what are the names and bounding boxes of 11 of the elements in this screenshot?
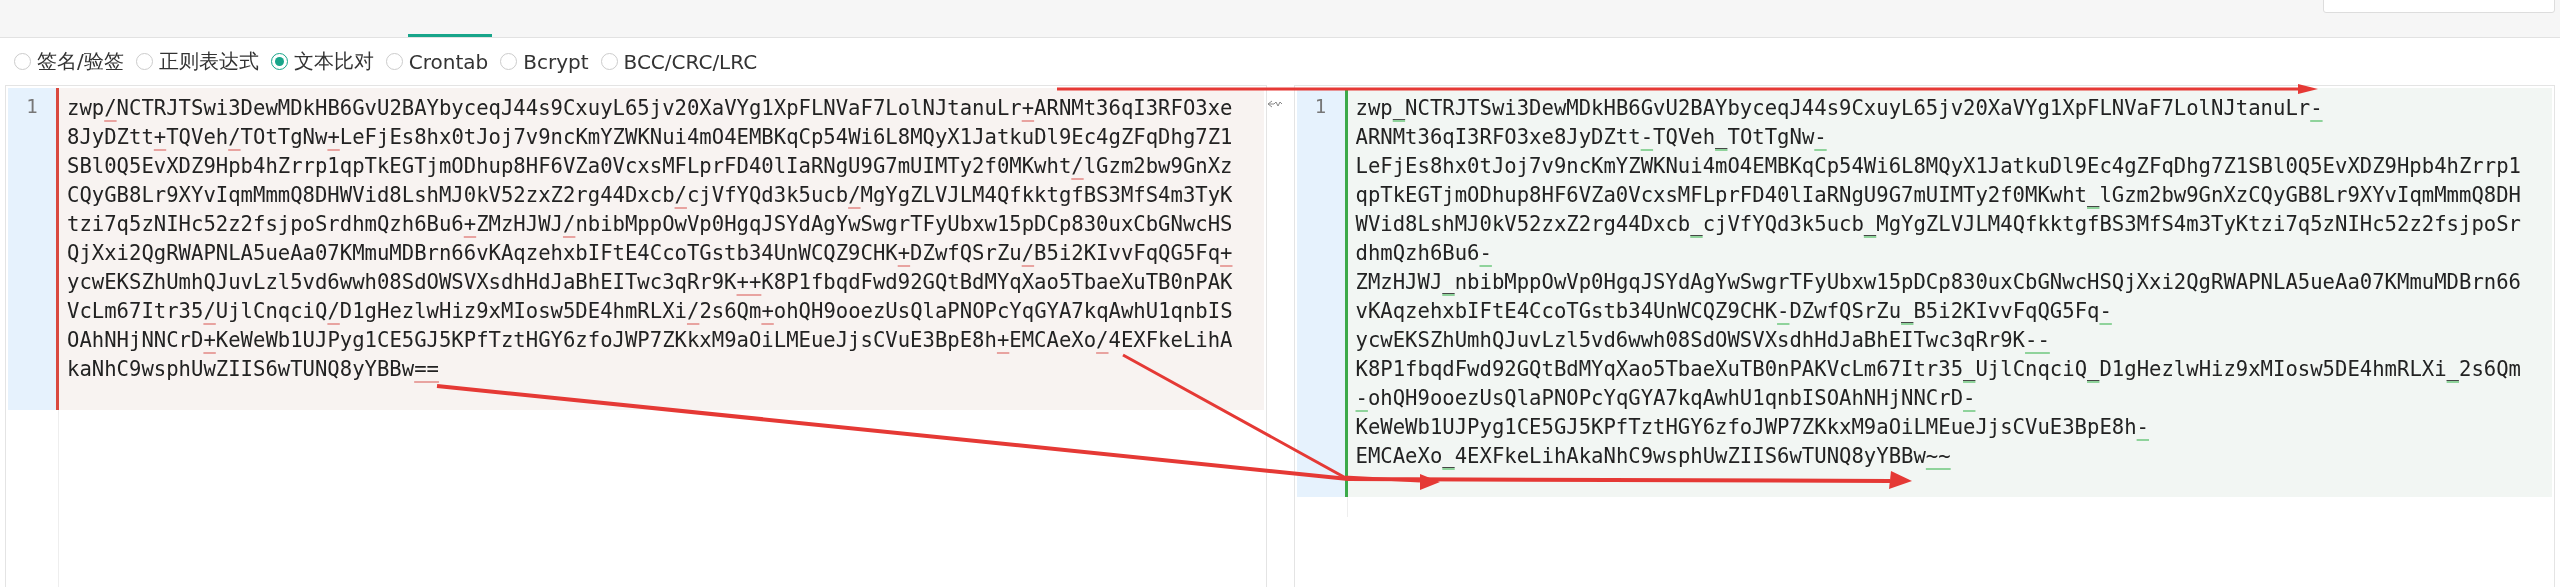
code-line: zwp_NCTRJTSwi3DewMDkHB6GvU2BAYbyceqJ44s9CxuyL65jv20XaVYg1XpFLNVaF7LolNJtanuLr-ARNMt36qI3RFO3xe8JyDZtt-TQVeh_TOtTgNw-LeFjEs8hx0tJoj7v9ncKmYZWKNui4mO4EMBKqCp54Wi6L8MQyX1JatkuDl9Ec4gZFqDhg7Z1SBl0Q5EvXDZ9Hpb4hZrrp1qpTkEGTjmODhup8HF6VZa0VcxsMFLprFD40lIaRNgU9G7mUIMTy2f0MKwht_lGzm2bw9GnXzCQyGB8Lr9XYvIqmMmmQ8DHWVid8LshMJ0kV52zxZ2rg44Dxcb_cjVfYQd3k5ucb_MgYgZLVJLM4QfkktgfBS3MfS4m3TyKtzi7q5zNIHc52z2fsjpoSrdhmQzh6Bu6-ZMzHJWJ_nbibMppOwVp0HgqJSYdAgYwSwgrTFyUbxw15pDCp830uxCbGNwcHSQjXxi2QgRWAPNLA5ueAa07KMmuMDBrn66vKAqzehxbIFtE4CcoTGstb34UnWCQZ9CHK-DZwfQSrZu_B5i2KIvvFqQG5Fq-ycwEKSZhUmhQJuvLzl5vd6wwh08SdOWSVXsdhHdJaBhEITwc3qRr9K--K8P1fbqdFwd92GQtBdMYqXao5TbaeXuTB0nPAKVcLm67Itr35_UjlCnqciQ_D1gHezlwHiz9xMIosw5DE4hmRLXi_2s6Qm-ohQH9ooezUsQlaPNOPcYqGYA7kqAwhU1qnbISOAhNHjNNCrD-KeWeWb1UJPyg1CE5GJ5KPfTztHGY6zfoJWP7ZKkxM9aOiLMEueJjsCVuE3BpE8h-EMCAeXo_4EXFkeLihAkaNhC9wsphUwZIIS6wTUNQ8yYBBw~~ <box>1355 95 2522 470</box>
radio-option[interactable]: Crontab <box>385 49 489 74</box>
radio-option[interactable]: Bcrypt <box>500 49 589 74</box>
radio-option[interactable]: 文本比对 <box>270 48 374 75</box>
line-number: 1 <box>26 94 38 119</box>
radio-option[interactable]: BCC/CRC/LRC <box>600 49 758 74</box>
line-number: 1 <box>1314 94 1327 119</box>
radio-option[interactable]: 签名/验签 <box>14 48 124 75</box>
arrow-icon[interactable] <box>1266 100 1283 108</box>
radio-option[interactable]: 正则表达式 <box>135 48 259 75</box>
code-line: zwp/NCTRJTSwi3DewMDkHB6GvU2BAYbyceqJ44s9CxuyL65jv20XaVYg1XpFLNVaF7LolNJtanuLr+ARNMt36qI3RFO3xe8JyDZtt+TQVeh/TOtTgNw+LeFjEs8hx0tJoj7v9ncKmYZWKNui4mO4EMBKqCp54Wi6L8MQyX1JatkuDl9Ec4gZFqDhg7Z1SBl0Q5EvXDZ9Hpb4hZrrp1qpTkEGTjmODhup8HF6VZa0VcxsMFLprFD40lIaRNgU9G7mUIMTy2f0MKwht/lGzm2bw9GnXzCQyGB8Lr9XYvIqmMmmQ8DHWVid8LshMJ0kV52zxZ2rg44Dxcb/cjVfYQd3k5ucb/MgYgZLVJLM4QfkktgfBS3MfS4m3TyKtzi7q5zNIHc52z2fsjpoSrdhmQzh6Bu6+ZMzHJWJ/nbibMppOwVp0HgqJSYdAgYwSwgrTFyUbxw15pDCp830uxCbGNwcHSQjXxi2QgRWAPNLA5ueAa07KMmuMDBrn66vKAqzehxbIFtE4CcoTGstb34UnWCQZ9CHK+DZwfQSrZu/B5i2KIvvFqQG5Fq+ycwEKSZhUmhQJuvLzl5vd6wwh08SdOWSVXsdhHdJaBhEITwc3qRr9K++K8P1fbqdFwd92GQtBdMYqXao5TbaeXuTB0nPAKVcLm67Itr35/UjlCnqciQ/D1gHezlwHiz9xMIosw5DE4hmRLXi/2s6Qm+ohQH9ooezUsQlaPNOPcYqGYA7kqAwhU1qnbISOAhNHjNNCrD+KeWeWb1UJPyg1CE5GJ5KPfTztHGY6zfoJWP7ZKkxM9aOiLMEueJjsCVuE3BpE8h+EMCAeXo/4EXFkeLihAkaNhC9wsphUwZIIS6wTUNQ8yYBBw== <box>67 95 1234 383</box>
